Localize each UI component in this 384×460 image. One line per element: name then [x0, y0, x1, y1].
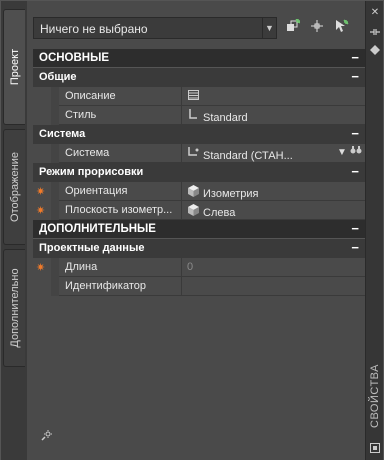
property-name: Плоскость изометр...: [59, 201, 182, 220]
cube-icon: [187, 185, 199, 200]
property-value[interactable]: Слева: [183, 201, 365, 220]
property-name: Описание: [59, 87, 182, 106]
quick-select-icon[interactable]: [285, 18, 301, 35]
subcategory-general-label: Общие: [39, 71, 77, 83]
tab-display[interactable]: Отображение: [3, 129, 25, 245]
chevron-down-icon[interactable]: ▼: [335, 145, 349, 161]
category-extra-label: ДОПОЛНИТЕЛЬНЫЕ: [39, 223, 156, 235]
grip-icon[interactable]: [369, 443, 381, 455]
tab-project[interactable]: Проект: [3, 9, 25, 125]
collapse-icon[interactable]: −: [351, 164, 359, 179]
property-value[interactable]: [183, 277, 365, 296]
property-grid: ОСНОВНЫЕ − Общие − Описание Стиль Standa…: [33, 49, 365, 296]
subcategory-project-data-label: Проектные данные: [39, 242, 145, 254]
selection-dropdown[interactable]: Ничего не выбрано ▼: [33, 17, 277, 39]
category-basic[interactable]: ОСНОВНЫЕ −: [33, 49, 365, 68]
subcategory-general[interactable]: Общие −: [33, 68, 365, 87]
palette-title: СВОЙСТВА: [369, 364, 381, 428]
property-row-system[interactable]: Система Standard (СТАН... ▼: [33, 144, 365, 163]
subcategory-project-data[interactable]: Проектные данные −: [33, 239, 365, 258]
tab-display-label: Отображение: [8, 152, 21, 222]
tab-extended-label: Дополнительно: [8, 268, 21, 348]
chevron-down-icon[interactable]: ▼: [262, 18, 276, 38]
collapse-icon[interactable]: −: [351, 221, 359, 236]
collapse-icon[interactable]: −: [351, 50, 359, 65]
vertical-tab-strip: Проект Отображение Дополнительно: [1, 1, 27, 460]
category-extra[interactable]: ДОПОЛНИТЕЛЬНЫЕ −: [33, 220, 365, 239]
property-value[interactable]: 0: [183, 258, 365, 277]
selection-value: Ничего не выбрано: [40, 22, 148, 36]
property-value[interactable]: [183, 87, 365, 106]
property-name: Система: [59, 144, 182, 163]
style-icon: [187, 109, 199, 124]
auto-hide-icon[interactable]: [369, 27, 381, 39]
cube-icon: [187, 204, 199, 219]
settings-icon[interactable]: [41, 429, 53, 444]
property-name: Ориентация: [59, 182, 182, 201]
property-row-identifier[interactable]: Идентификатор: [33, 277, 365, 296]
property-row-orientation[interactable]: ✷ Ориентация Изометрия: [33, 182, 365, 201]
property-value[interactable]: Standard: [183, 106, 365, 125]
property-row-style[interactable]: Стиль Standard: [33, 106, 365, 125]
tab-project-label: Проект: [8, 48, 21, 86]
property-value[interactable]: Standard (СТАН... ▼: [183, 144, 365, 163]
close-icon[interactable]: ✕: [369, 7, 381, 19]
description-editor-icon[interactable]: [187, 90, 199, 103]
subcategory-system-label: Система: [39, 128, 86, 140]
binoculars-icon[interactable]: [349, 145, 363, 161]
required-star-icon: ✷: [36, 186, 46, 198]
property-value[interactable]: Изометрия: [183, 182, 365, 201]
collapse-icon[interactable]: −: [351, 240, 359, 255]
property-row-description[interactable]: Описание: [33, 87, 365, 106]
toggle-pickadd-icon[interactable]: [333, 19, 349, 35]
collapse-icon[interactable]: −: [351, 69, 359, 84]
subcategory-draw-mode[interactable]: Режим прорисовки −: [33, 163, 365, 182]
required-star-icon: ✷: [36, 262, 46, 274]
property-name: Длина: [59, 258, 182, 277]
subcategory-draw-mode-label: Режим прорисовки: [39, 166, 144, 178]
properties-menu-icon[interactable]: [369, 45, 381, 57]
select-objects-icon[interactable]: [309, 19, 325, 35]
palette-title-bar[interactable]: ✕ СВОЙСТВА: [365, 1, 383, 460]
category-basic-label: ОСНОВНЫЕ: [39, 52, 110, 64]
system-icon: [187, 147, 199, 162]
properties-palette: Проект Отображение Дополнительно Ничего …: [0, 0, 384, 460]
properties-panel: Ничего не выбрано ▼ ОСНОВНЫЕ − Общие − О…: [27, 1, 367, 460]
subcategory-system[interactable]: Система −: [33, 125, 365, 144]
property-row-length[interactable]: ✷ Длина 0: [33, 258, 365, 277]
tab-extended[interactable]: Дополнительно: [3, 249, 25, 367]
property-name: Идентификатор: [59, 277, 182, 296]
property-row-iso-plane[interactable]: ✷ Плоскость изометр... Слева: [33, 201, 365, 220]
toolbar: Ничего не выбрано ▼: [27, 1, 367, 47]
required-star-icon: ✷: [36, 205, 46, 217]
property-name: Стиль: [59, 106, 182, 125]
collapse-icon[interactable]: −: [351, 126, 359, 141]
